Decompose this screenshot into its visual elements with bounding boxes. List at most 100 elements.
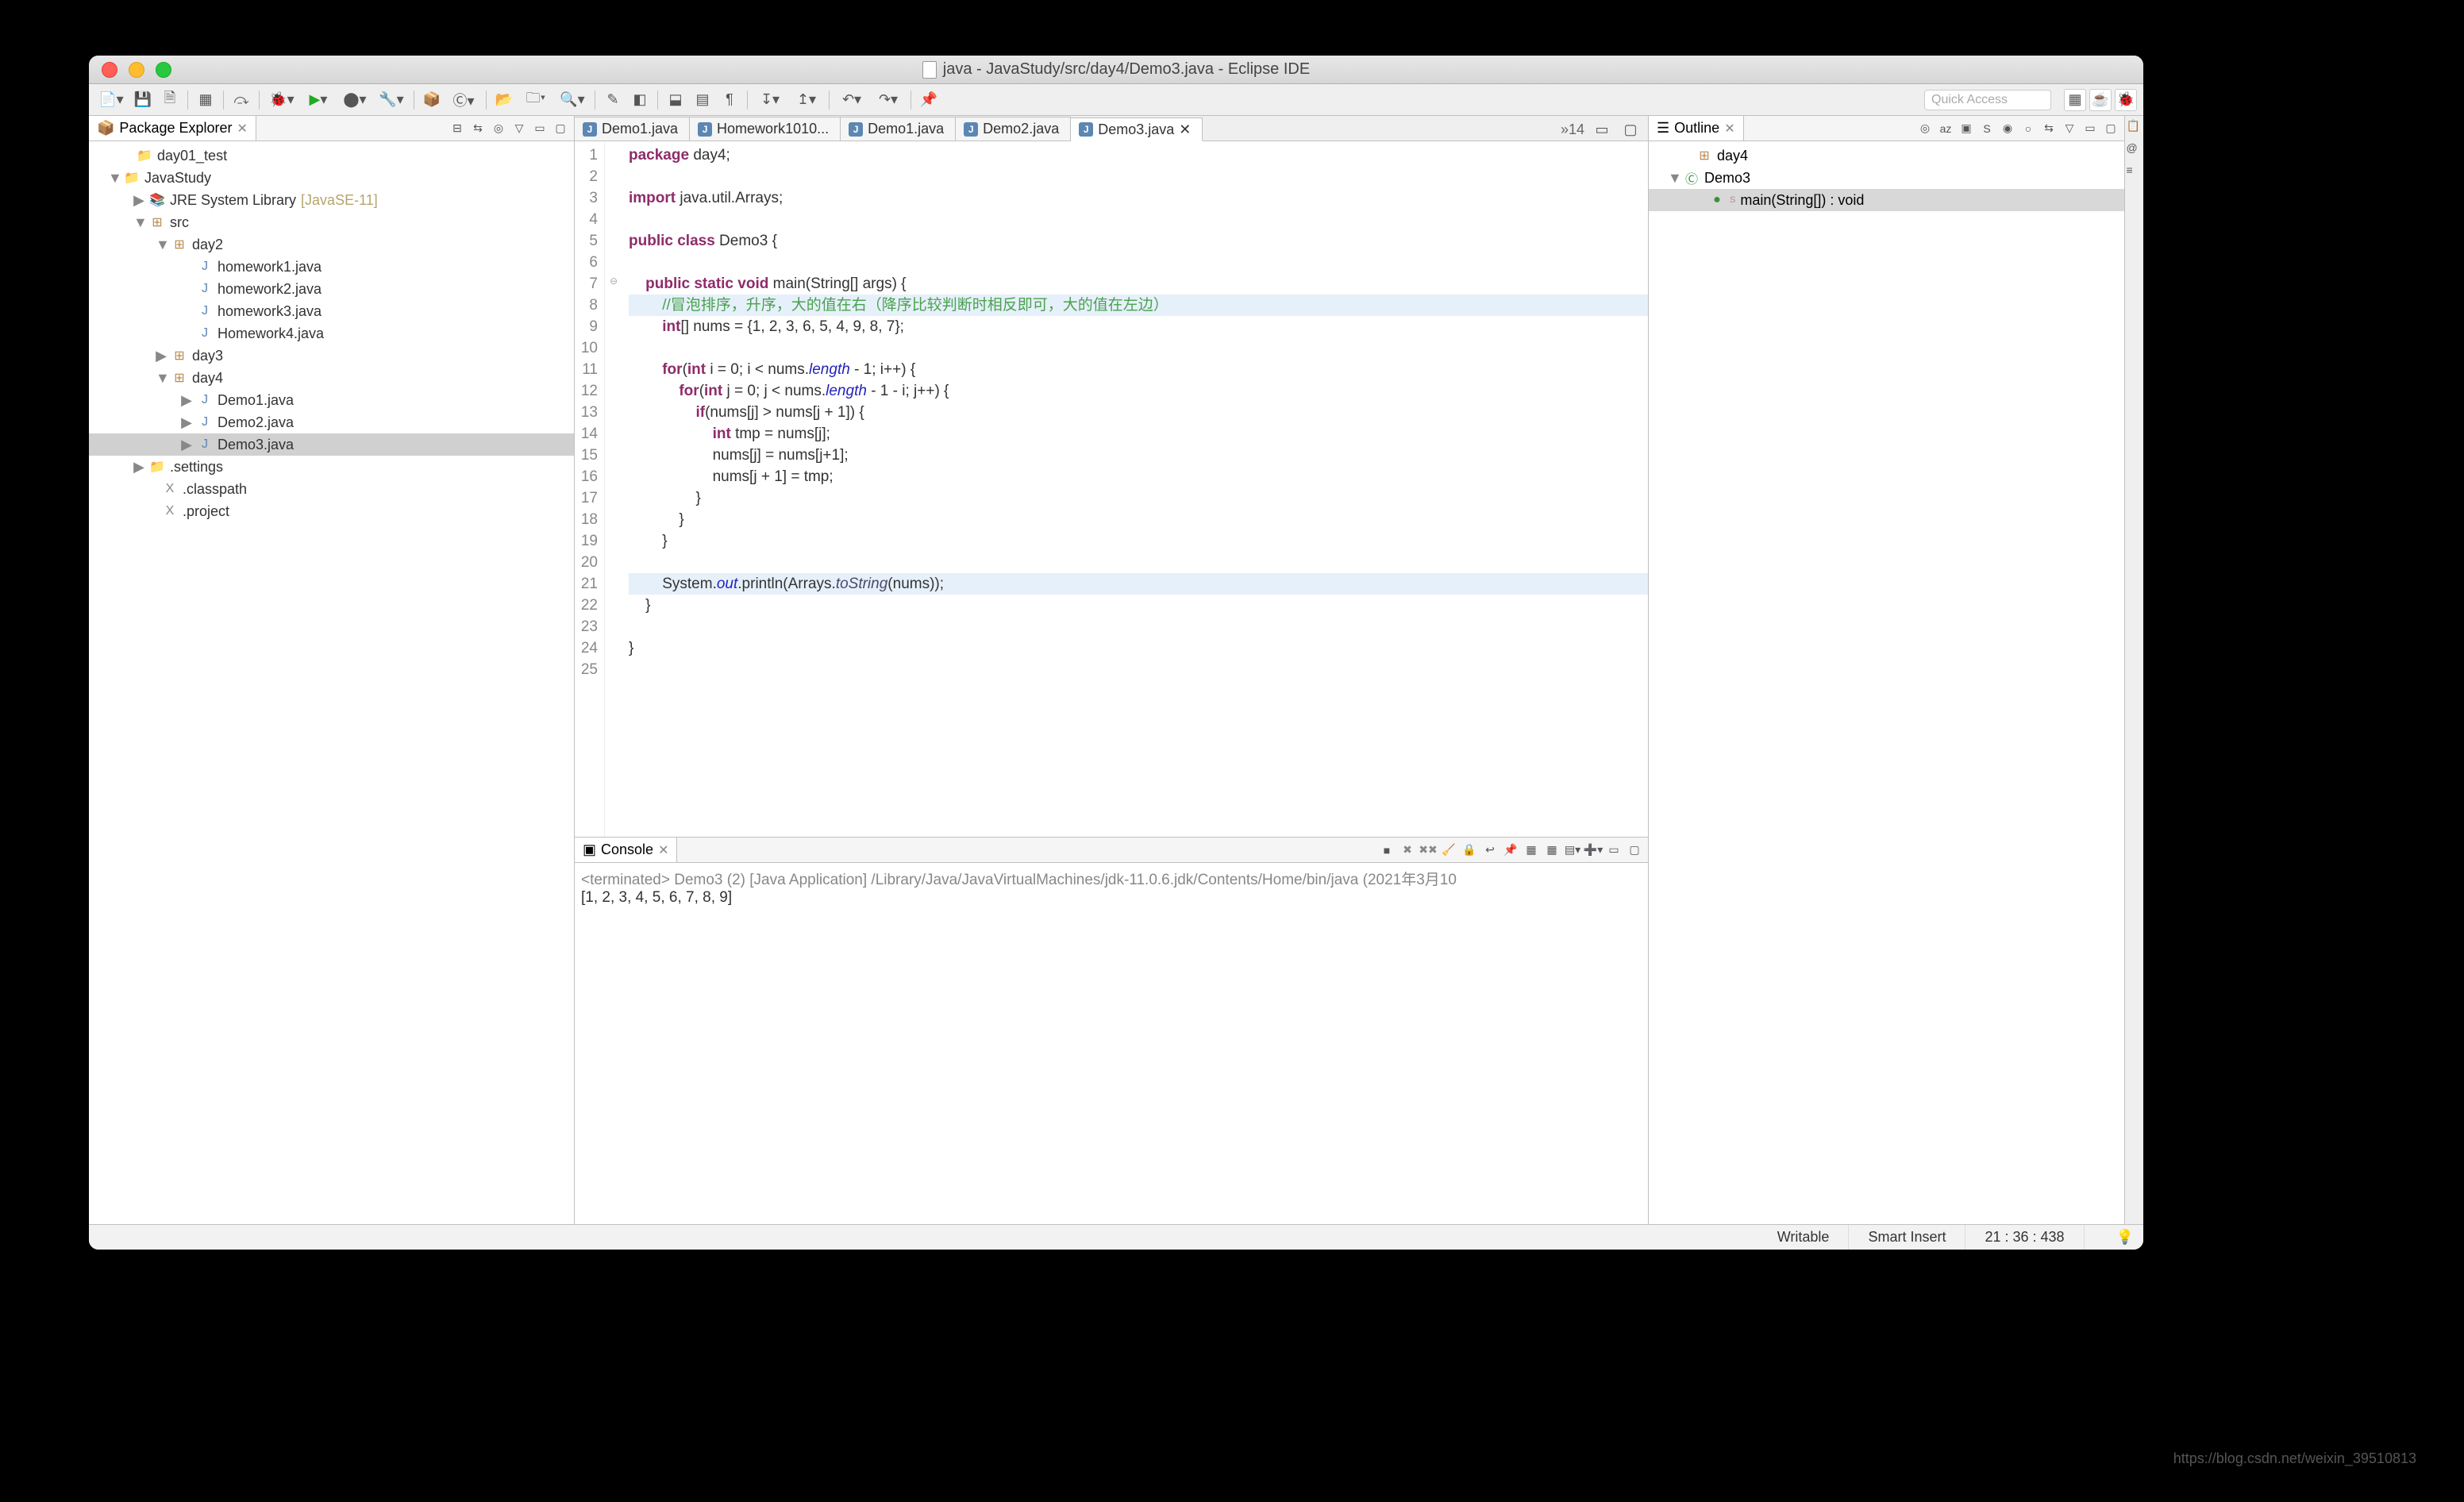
tree-item[interactable]: X.project xyxy=(89,500,574,522)
hide-fields-button[interactable]: ▣ xyxy=(1958,120,1975,137)
declaration-button[interactable]: ≡ xyxy=(2127,164,2143,179)
console-tab[interactable]: ▣ Console ✕ xyxy=(575,838,677,862)
code-line[interactable] xyxy=(629,552,1648,573)
tree-item[interactable]: ▶📚JRE System Library [JavaSE-11] xyxy=(89,189,574,211)
block-select-button[interactable]: ▤ xyxy=(691,89,714,111)
clear-console-button[interactable]: 🧹 xyxy=(1440,842,1457,859)
open-type-button[interactable]: 📂 xyxy=(493,89,515,111)
expand-arrow-icon[interactable]: ▼ xyxy=(133,214,144,231)
code-line[interactable]: package day4; xyxy=(629,144,1648,166)
save-button[interactable]: 💾 xyxy=(132,89,154,111)
quick-access-input[interactable]: Quick Access xyxy=(1924,90,2051,110)
hide-local-button[interactable]: ○ xyxy=(2019,120,2037,137)
tree-item[interactable]: 📁day01_test xyxy=(89,144,574,167)
outline-item[interactable]: ●Smain(String[]) : void xyxy=(1649,189,2124,211)
code-editor[interactable]: 1234567891011121314151617181920212223242… xyxy=(575,141,1648,837)
new-class-button[interactable]: Ⓒ▾ xyxy=(448,89,479,111)
close-icon[interactable]: ✕ xyxy=(237,121,248,137)
tree-item[interactable]: ▶📁.settings xyxy=(89,456,574,478)
code-line[interactable]: if(nums[j] > nums[j + 1]) { xyxy=(629,402,1648,423)
search-button[interactable]: 🔍▾ xyxy=(556,89,588,111)
expand-arrow-icon[interactable]: ▶ xyxy=(181,392,192,409)
skip-breakpoints-button[interactable]: ⤼ xyxy=(230,89,252,111)
code-line[interactable] xyxy=(629,616,1648,637)
package-explorer-tab[interactable]: 📦 Package Explorer ✕ xyxy=(89,116,256,141)
package-explorer-tree[interactable]: 📁day01_test▼📁JavaStudy▶📚JRE System Libra… xyxy=(89,141,574,1224)
open-perspective-button[interactable]: ▦ xyxy=(2064,89,2086,111)
minimize-editor-button[interactable]: ▭ xyxy=(1591,118,1613,141)
back-button[interactable]: ↶▾ xyxy=(836,89,868,111)
annotate-button[interactable]: ✎ xyxy=(602,89,624,111)
link-button[interactable]: ⇆ xyxy=(2040,120,2058,137)
maximize-view-button[interactable]: ▢ xyxy=(552,120,569,137)
open-task-button[interactable]: 🗀▾ xyxy=(520,89,552,111)
expand-arrow-icon[interactable]: ▶ xyxy=(133,459,144,476)
prev-annotation-button[interactable]: ↥▾ xyxy=(791,89,822,111)
console-output[interactable]: <terminated> Demo3 (2) [Java Application… xyxy=(575,863,1648,1224)
tip-icon[interactable]: 💡 xyxy=(2116,1229,2143,1246)
code-line[interactable]: //冒泡排序，升序，大的值在右（降序比较判断时相反即可，大的值在左边） xyxy=(629,295,1648,316)
focus-task-button[interactable]: ◎ xyxy=(490,120,507,137)
link-editor-button[interactable]: ⇆ xyxy=(469,120,487,137)
save-all-button[interactable]: 🗎 xyxy=(159,89,181,111)
code-line[interactable]: import java.util.Arrays; xyxy=(629,187,1648,209)
tree-item[interactable]: ▶JDemo2.java xyxy=(89,411,574,433)
tree-item[interactable]: ▶⊞day3 xyxy=(89,345,574,367)
tree-item[interactable]: X.classpath xyxy=(89,478,574,500)
new-console-button[interactable]: ➕▾ xyxy=(1584,842,1602,859)
code-line[interactable]: } xyxy=(629,637,1648,659)
code-content[interactable]: package day4; import java.util.Arrays; pub… xyxy=(622,141,1648,837)
show-stderr-button[interactable]: ▦ xyxy=(1543,842,1561,859)
minimize-view-button[interactable]: ▭ xyxy=(2081,120,2099,137)
tree-item[interactable]: ▼⊞day2 xyxy=(89,233,574,256)
sort-button[interactable]: az xyxy=(1937,120,1954,137)
code-line[interactable]: System.out.println(Arrays.toString(nums)… xyxy=(629,573,1648,595)
fold-marker[interactable]: ⊖ xyxy=(605,270,622,291)
pin-console-button[interactable]: 📌 xyxy=(1502,842,1519,859)
minimize-view-button[interactable]: ▭ xyxy=(531,120,549,137)
tree-item[interactable]: Jhomework2.java xyxy=(89,278,574,300)
hide-static-button[interactable]: S xyxy=(1978,120,1996,137)
expand-arrow-icon[interactable]: ▼ xyxy=(156,370,167,387)
expand-arrow-icon[interactable]: ▶ xyxy=(156,348,167,364)
code-line[interactable]: nums[j] = nums[j+1]; xyxy=(629,445,1648,466)
expand-arrow-icon[interactable]: ▶ xyxy=(133,192,144,209)
remove-all-button[interactable]: ✖✖ xyxy=(1419,842,1437,859)
code-line[interactable]: public class Demo3 { xyxy=(629,230,1648,252)
code-line[interactable]: public static void main(String[] args) { xyxy=(629,273,1648,295)
expand-arrow-icon[interactable]: ▼ xyxy=(108,170,119,187)
close-tab-icon[interactable]: ✕ xyxy=(1179,121,1191,138)
maximize-view-button[interactable]: ▢ xyxy=(2102,120,2119,137)
code-line[interactable]: } xyxy=(629,530,1648,552)
remove-launch-button[interactable]: ✖ xyxy=(1399,842,1416,859)
java-perspective-button[interactable]: ☕ xyxy=(2089,89,2112,111)
word-wrap-button[interactable]: ↩ xyxy=(1481,842,1499,859)
next-annotation-button[interactable]: ↧▾ xyxy=(754,89,786,111)
new-button[interactable]: 📄▾ xyxy=(95,89,127,111)
view-menu-button[interactable]: ▽ xyxy=(2061,120,2078,137)
outline-item[interactable]: ▼ⒸDemo3 xyxy=(1649,167,2124,189)
tree-item[interactable]: ▶JDemo3.java xyxy=(89,433,574,456)
debug-button[interactable]: 🐞▾ xyxy=(266,89,298,111)
mark-button[interactable]: ◧ xyxy=(629,89,651,111)
editor-tab[interactable]: JHomework1010... xyxy=(690,117,841,141)
code-line[interactable]: for(int i = 0; i < nums.length - 1; i++)… xyxy=(629,359,1648,380)
ext-tools-button[interactable]: 🔧▾ xyxy=(375,89,407,111)
outline-item[interactable]: ⊞day4 xyxy=(1649,144,2124,167)
tree-item[interactable]: Jhomework1.java xyxy=(89,256,574,278)
toggle-editor-button[interactable]: ▦ xyxy=(194,89,217,111)
expand-arrow-icon[interactable]: ▼ xyxy=(1668,170,1679,187)
coverage-button[interactable]: ⬤▾ xyxy=(339,89,371,111)
tree-item[interactable]: ▼⊞src xyxy=(89,211,574,233)
outline-tab[interactable]: ☰ Outline ✕ xyxy=(1649,116,1744,141)
code-line[interactable] xyxy=(629,252,1648,273)
javadoc-button[interactable]: @ xyxy=(2127,141,2143,157)
expand-arrow-icon[interactable]: ▶ xyxy=(181,437,192,453)
view-menu-button[interactable]: ▽ xyxy=(510,120,528,137)
code-line[interactable]: int tmp = nums[j]; xyxy=(629,423,1648,445)
close-icon[interactable]: ✕ xyxy=(658,842,668,858)
folding-bar[interactable]: ⊖ xyxy=(605,141,622,837)
show-whitespace-button[interactable]: ¶ xyxy=(718,89,741,111)
editor-tab[interactable]: JDemo1.java xyxy=(575,117,690,141)
expand-arrow-icon[interactable]: ▶ xyxy=(181,414,192,431)
